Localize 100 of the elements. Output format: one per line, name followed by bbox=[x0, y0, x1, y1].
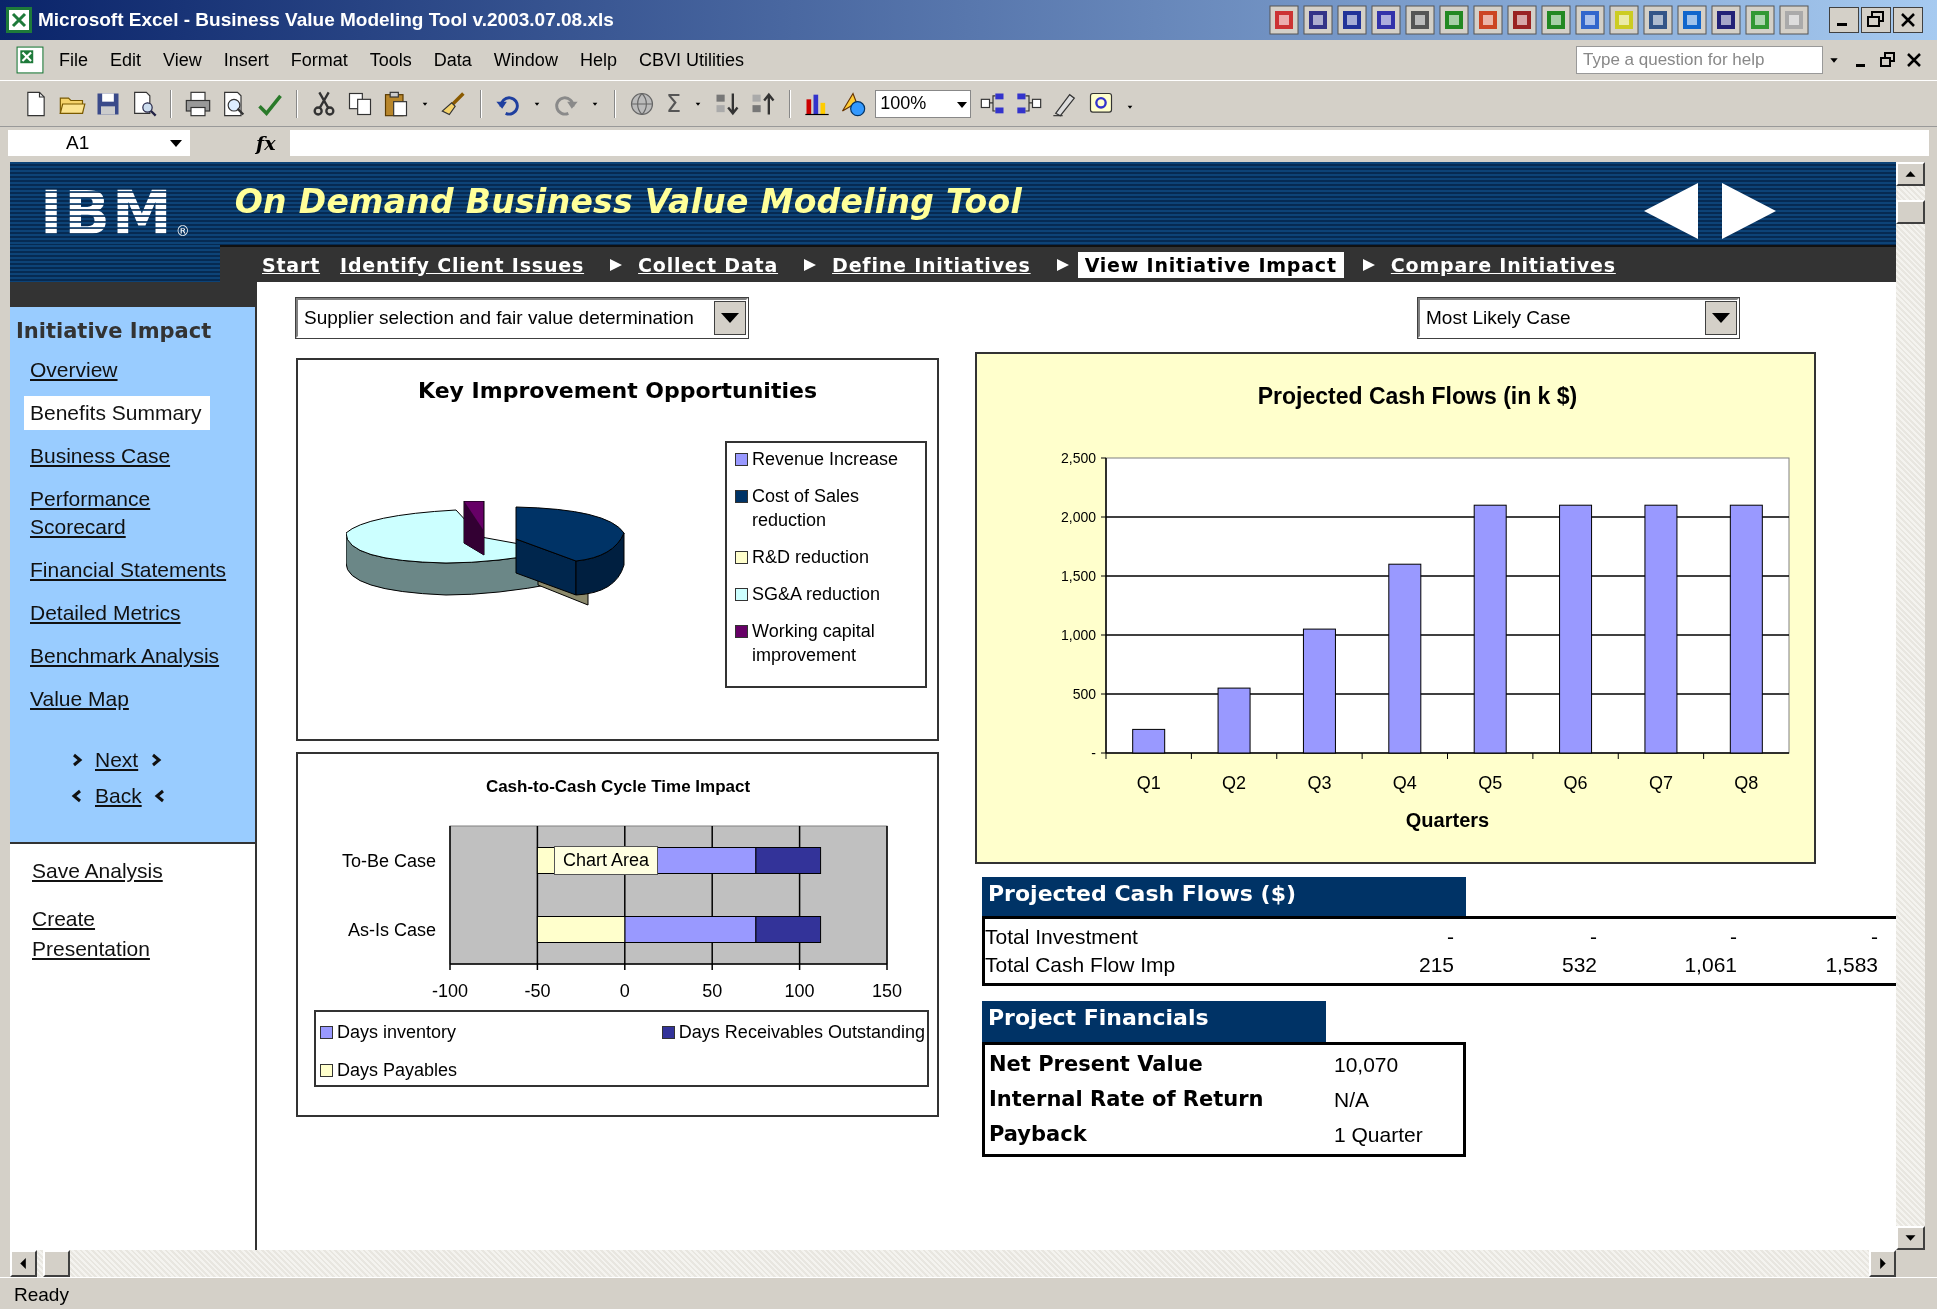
clipboard-icon[interactable] bbox=[382, 89, 410, 118]
scroll-thumb[interactable] bbox=[43, 1250, 70, 1277]
caret-icon[interactable] bbox=[1705, 301, 1737, 335]
application-icon[interactable] bbox=[1643, 5, 1673, 35]
menu-item[interactable]: Edit bbox=[99, 45, 153, 75]
row-label: Total Investment bbox=[985, 924, 1139, 950]
table-cell-text: - bbox=[1446, 924, 1454, 950]
tick-label: 500 bbox=[1072, 686, 1096, 702]
sidebar-link[interactable]: Performance Scorecard bbox=[24, 482, 238, 544]
chevron-right-icon bbox=[71, 753, 83, 767]
next-button[interactable] bbox=[1720, 181, 1778, 241]
table-cell-text: 532 bbox=[1560, 952, 1597, 978]
table-cell-text: 215 bbox=[1417, 952, 1454, 978]
menu-item[interactable]: File bbox=[48, 45, 99, 75]
back-link[interactable]: Back bbox=[95, 784, 142, 808]
chart-title: Projected Cash Flows (in k $) bbox=[1257, 383, 1578, 409]
scroll-up-button[interactable] bbox=[1896, 162, 1925, 186]
menu-item[interactable]: CBVI Utilities bbox=[627, 45, 755, 75]
previous-button[interactable] bbox=[1642, 181, 1700, 241]
nav-link[interactable]: Identify Client Issues bbox=[333, 251, 592, 278]
name-box[interactable]: A1 bbox=[8, 130, 190, 156]
table-cell-text: 1 Quarter bbox=[1334, 1122, 1424, 1148]
spreadsheet-icon[interactable] bbox=[16, 46, 44, 74]
nav-link[interactable]: Define Initiatives bbox=[825, 251, 1038, 278]
scroll-down-button[interactable] bbox=[1896, 1226, 1925, 1250]
menu-item[interactable]: Format bbox=[279, 45, 359, 75]
formula-field[interactable] bbox=[289, 130, 1929, 156]
legend-label: Days Receivables Outstanding bbox=[678, 1022, 925, 1044]
tick-label: 50 bbox=[702, 981, 723, 1001]
zoom-dropdown[interactable]: 100% bbox=[875, 89, 972, 118]
function-button[interactable]: fx bbox=[256, 132, 276, 154]
scenario-dropdown[interactable]: Most Likely Case bbox=[1418, 298, 1739, 338]
section-header: Project Financials bbox=[982, 1001, 1326, 1042]
menu-item[interactable]: Insert bbox=[212, 45, 280, 75]
sidebar-link[interactable]: Business Case bbox=[24, 439, 179, 473]
nav-link[interactable]: View Initiative Impact bbox=[1077, 251, 1344, 278]
application-icon[interactable] bbox=[1303, 5, 1333, 35]
table-cell-text: N/A bbox=[1334, 1087, 1370, 1113]
table-cell-text: - bbox=[1870, 924, 1878, 950]
legend-label: Working capital improvement bbox=[752, 620, 876, 667]
tick-label: 0 bbox=[619, 981, 630, 1001]
restore-icon[interactable] bbox=[1879, 51, 1897, 69]
tick-label: 1,000 bbox=[1060, 627, 1096, 643]
initiative-dropdown[interactable]: Supplier selection and fair value determination bbox=[296, 298, 748, 338]
sidebar-link[interactable]: Value Map bbox=[24, 682, 137, 716]
menu-item[interactable]: View bbox=[152, 45, 213, 75]
chart-title: Key Improvement Opportunities bbox=[417, 378, 818, 403]
minimize-button[interactable] bbox=[1829, 7, 1859, 33]
sidebar-link[interactable]: Financial Statements bbox=[24, 553, 235, 587]
table-cell-text: 1,061 bbox=[1683, 952, 1737, 978]
close-icon[interactable] bbox=[1905, 51, 1923, 69]
sidebar-link[interactable]: Benchmark Analysis bbox=[24, 639, 228, 673]
menu-item[interactable]: Window bbox=[482, 45, 569, 75]
chevron-left-icon bbox=[71, 789, 83, 803]
tick-label: Q6 bbox=[1563, 773, 1588, 793]
sidebar-link[interactable]: Detailed Metrics bbox=[24, 596, 189, 630]
status-text: Ready bbox=[14, 1284, 69, 1306]
tooltip: Chart Area bbox=[554, 846, 659, 875]
application-icon[interactable] bbox=[1711, 5, 1741, 35]
tick-label: 2,500 bbox=[1060, 450, 1096, 466]
app-title: On Demand Business Value Modeling Tool bbox=[234, 182, 1023, 221]
help-search-field[interactable]: Type a question for help bbox=[1576, 46, 1823, 74]
action-link[interactable]: Create Presentation bbox=[32, 904, 212, 964]
table-cell-text: 10,070 bbox=[1334, 1052, 1400, 1078]
application-icon[interactable] bbox=[1337, 5, 1367, 35]
sum-button[interactable]: Σ bbox=[664, 89, 684, 118]
sidebar-link[interactable]: Overview bbox=[24, 353, 126, 387]
registered-mark: ® bbox=[175, 223, 190, 239]
action-link[interactable]: Save Analysis bbox=[32, 856, 212, 886]
tick-label: Q1 bbox=[1136, 773, 1161, 793]
sidebar-link[interactable]: Benefits Summary bbox=[24, 396, 210, 430]
application-icon[interactable] bbox=[1371, 5, 1401, 35]
restore-button[interactable] bbox=[1861, 7, 1891, 33]
tick-label: 100 bbox=[784, 981, 815, 1001]
application-icon[interactable] bbox=[1405, 5, 1435, 35]
nav-link[interactable]: Start bbox=[255, 251, 328, 278]
row-label: Payback bbox=[989, 1121, 1088, 1148]
row-label: Total Cash Flow Imp bbox=[985, 952, 1177, 978]
legend-label: SG&A reduction bbox=[752, 583, 882, 606]
caret-icon[interactable] bbox=[714, 301, 746, 335]
menu-item[interactable]: Help bbox=[568, 45, 628, 75]
printer-icon[interactable] bbox=[184, 89, 212, 118]
next-link[interactable]: Next bbox=[95, 748, 139, 772]
chevron-right-icon bbox=[150, 753, 163, 767]
nav-link[interactable]: Collect Data bbox=[631, 251, 786, 278]
tick-label: - bbox=[1091, 745, 1096, 761]
tick-label: Q4 bbox=[1392, 773, 1417, 793]
application-icon[interactable] bbox=[1507, 5, 1537, 35]
scroll-right-button[interactable] bbox=[1869, 1250, 1896, 1277]
chart-title: Cash-to-Cash Cycle Time Impact bbox=[485, 777, 751, 796]
scroll-thumb[interactable] bbox=[1896, 200, 1925, 224]
tick-label: 2,000 bbox=[1060, 509, 1096, 525]
nav-link[interactable]: Compare Initiatives bbox=[1383, 251, 1623, 278]
scroll-left-button[interactable] bbox=[10, 1250, 37, 1277]
category-label: As-Is Case bbox=[347, 919, 436, 940]
close-button[interactable] bbox=[1893, 7, 1923, 33]
menu-item[interactable]: Data bbox=[422, 45, 483, 75]
category-label: To-Be Case bbox=[341, 850, 436, 871]
legend-label: Cost of Sales reduction bbox=[752, 485, 861, 532]
menu-item[interactable]: Tools bbox=[358, 45, 423, 75]
